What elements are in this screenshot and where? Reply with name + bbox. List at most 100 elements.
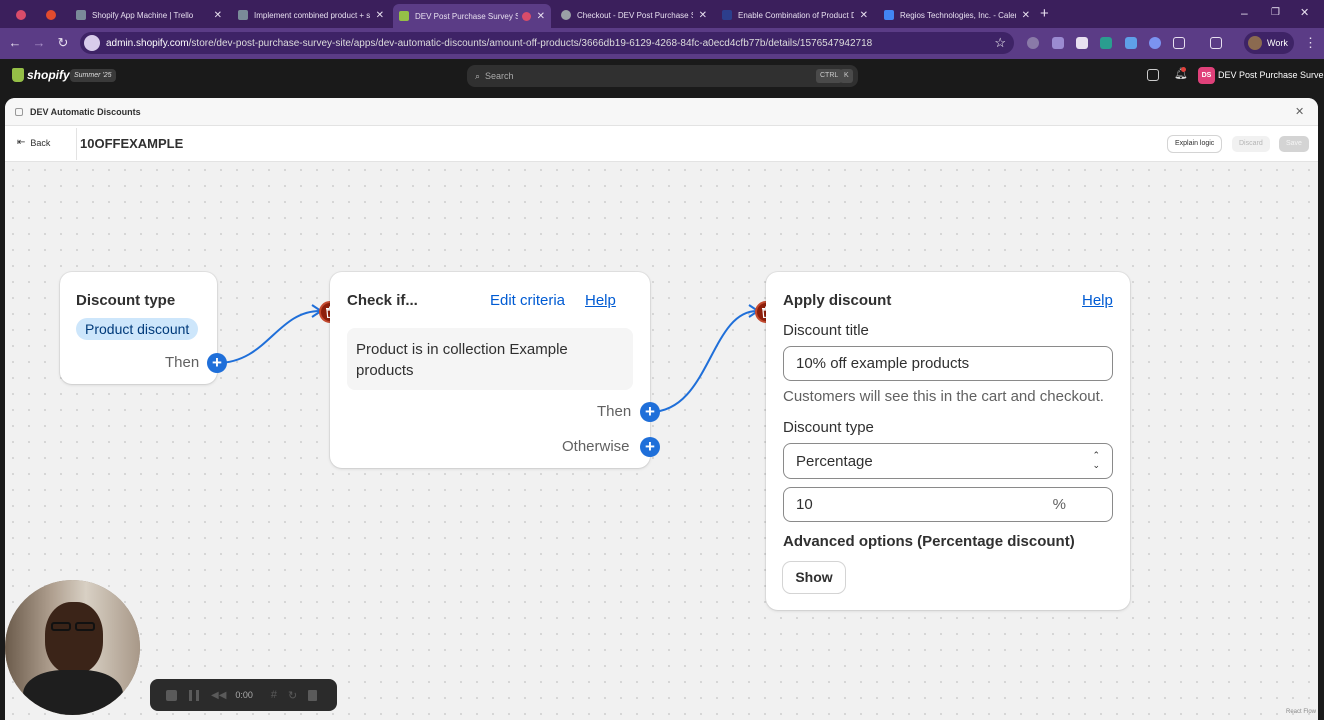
notification-dot <box>1181 67 1186 72</box>
tab-close-icon[interactable]: ✕ <box>860 10 868 21</box>
maximize-icon[interactable]: ❐ <box>1271 7 1280 18</box>
node-check-if[interactable]: Check if... Edit criteria Help Product i… <box>330 272 650 468</box>
extension-icon[interactable] <box>1076 37 1088 49</box>
recording-time: 0:00 <box>235 690 253 700</box>
add-then-button[interactable]: + <box>207 353 227 373</box>
node-apply-discount[interactable]: Apply discount Help Discount title 10% o… <box>766 272 1130 610</box>
save-button[interactable]: Save <box>1279 136 1309 152</box>
tab-favicon <box>76 10 86 20</box>
tab-favicon <box>46 10 56 20</box>
otherwise-label: Otherwise <box>562 438 630 455</box>
tab-close-icon[interactable]: ✕ <box>699 10 707 21</box>
restart-icon[interactable]: ↻ <box>288 689 297 702</box>
search-input[interactable]: ⌕ Search CTRL K <box>467 65 858 87</box>
tab-close-icon[interactable]: ✕ <box>376 10 384 21</box>
discount-type-label: Discount type <box>783 419 874 436</box>
extension-icon[interactable] <box>1149 37 1161 49</box>
profile-button[interactable]: Work <box>1244 32 1294 54</box>
advanced-options-heading: Advanced options (Percentage discount) <box>783 533 1075 550</box>
tab-implement[interactable]: Implement combined product + s ✕ <box>232 4 390 26</box>
percent-suffix: % <box>1052 496 1066 513</box>
shopify-wordmark: shopify <box>27 68 70 82</box>
shortcut-k: K <box>840 69 853 83</box>
grid-icon[interactable]: # <box>271 689 277 701</box>
flow-canvas[interactable]: Discount type Product discount Then + Ch… <box>5 162 1318 720</box>
tab-label: Enable Combination of Product Di <box>738 10 854 20</box>
extension-icon[interactable] <box>1100 37 1112 49</box>
edge-discount-to-check <box>216 310 321 364</box>
extension-icon[interactable] <box>1027 37 1039 49</box>
recording-indicator-icon <box>521 11 531 21</box>
store-avatar[interactable]: DS <box>1198 67 1215 84</box>
new-tab-button[interactable]: + <box>1040 5 1049 22</box>
tab-favicon <box>399 11 409 21</box>
webcam-person-head <box>45 602 103 674</box>
side-panel-icon[interactable] <box>1210 37 1222 49</box>
webcam-overlay[interactable] <box>5 580 140 715</box>
discount-title-input[interactable]: 10% off example products <box>783 346 1113 381</box>
store-icon[interactable] <box>1147 69 1159 81</box>
then-label: Then <box>597 403 632 420</box>
shopify-bag-icon <box>12 68 24 82</box>
edge-check-to-apply <box>649 310 758 413</box>
reload-icon[interactable]: ↻ <box>55 35 71 51</box>
node-discount-type[interactable]: Discount type Product discount Then <box>60 272 217 384</box>
add-then-button[interactable]: + <box>640 402 660 422</box>
url-path: /store/dev-post-purchase-survey-site/app… <box>188 37 873 49</box>
discard-button[interactable]: Discard <box>1232 136 1270 152</box>
browser-tab-strip: Shopify App Machine | Trello ✕ Implement … <box>0 0 1324 28</box>
back-arrow-icon[interactable]: ← <box>7 35 23 51</box>
tab-favicon <box>238 10 248 20</box>
app-title: DEV Automatic Discounts <box>30 107 141 117</box>
store-name[interactable]: DEV Post Purchase Surve... <box>1218 70 1324 80</box>
app-close-icon[interactable]: ✕ <box>1295 105 1304 118</box>
minimize-icon[interactable]: – <box>1241 6 1248 20</box>
tab-close-icon[interactable]: ✕ <box>1022 10 1030 21</box>
discount-type-select[interactable]: Percentage ⌃ ⌄ <box>783 443 1113 479</box>
help-link[interactable]: Help <box>1082 292 1113 309</box>
explain-logic-button[interactable]: Explain logic <box>1168 136 1222 152</box>
tab-calendar[interactable]: Regios Technologies, Inc. - Calend ✕ <box>878 4 1036 26</box>
window-close-icon[interactable]: ✕ <box>1300 6 1309 19</box>
browser-toolbar: ← → ↻ admin.shopify.com/store/dev-post-p… <box>0 28 1324 59</box>
stop-recording-icon[interactable] <box>166 689 177 701</box>
discount-title-label: Discount title <box>783 322 869 339</box>
discount-title-value: 10% off example products <box>796 355 970 372</box>
back-button[interactable]: ⇤ Back <box>17 137 50 148</box>
avatar <box>1248 36 1262 50</box>
forward-arrow-icon[interactable]: → <box>31 35 47 51</box>
tab-pinned-2[interactable] <box>40 4 66 26</box>
browser-menu-icon[interactable]: ⋮ <box>1304 35 1317 51</box>
tab-dev-post-purchase[interactable]: DEV Post Purchase Survey Site ✕ <box>393 4 551 28</box>
node-title: Apply discount <box>783 292 892 309</box>
show-button[interactable]: Show <box>783 562 845 593</box>
address-bar[interactable]: admin.shopify.com/store/dev-post-purchas… <box>80 32 1014 54</box>
help-link[interactable]: Help <box>585 292 616 309</box>
tab-favicon <box>884 10 894 20</box>
extension-icon[interactable] <box>1125 37 1137 49</box>
add-otherwise-button[interactable]: + <box>640 437 660 457</box>
tab-enable-combination[interactable]: Enable Combination of Product Di ✕ <box>716 4 874 26</box>
tab-close-icon[interactable]: ✕ <box>537 11 545 22</box>
tab-close-icon[interactable]: ✕ <box>214 10 222 21</box>
tab-checkout[interactable]: Checkout - DEV Post Purchase Su ✕ <box>555 4 713 26</box>
tab-favicon <box>722 10 732 20</box>
tab-favicon <box>561 10 571 20</box>
trash-icon[interactable] <box>308 689 318 701</box>
pause-icon[interactable] <box>189 689 199 701</box>
bookmark-star-icon[interactable]: ☆ <box>994 35 1006 51</box>
edit-criteria-link[interactable]: Edit criteria <box>490 292 565 309</box>
site-info-icon[interactable] <box>84 35 100 51</box>
tab-pinned-1[interactable] <box>10 4 36 26</box>
rewind-icon[interactable]: ◀◀ <box>211 690 226 701</box>
amount-input[interactable]: 10 % <box>783 487 1113 522</box>
extension-icon[interactable] <box>1052 37 1064 49</box>
extensions-puzzle-icon[interactable] <box>1173 37 1185 49</box>
amount-value: 10 <box>796 496 813 513</box>
shopify-logo[interactable]: shopify <box>12 68 70 82</box>
discount-type-value: Percentage <box>796 452 873 470</box>
tab-trello[interactable]: Shopify App Machine | Trello ✕ <box>70 4 228 26</box>
notification-bell-icon[interactable]: 🔔︎ <box>1174 67 1188 80</box>
react-flow-attribution[interactable]: React Flow <box>1286 709 1316 715</box>
app-header: DEV Automatic Discounts ✕ <box>5 98 1318 126</box>
